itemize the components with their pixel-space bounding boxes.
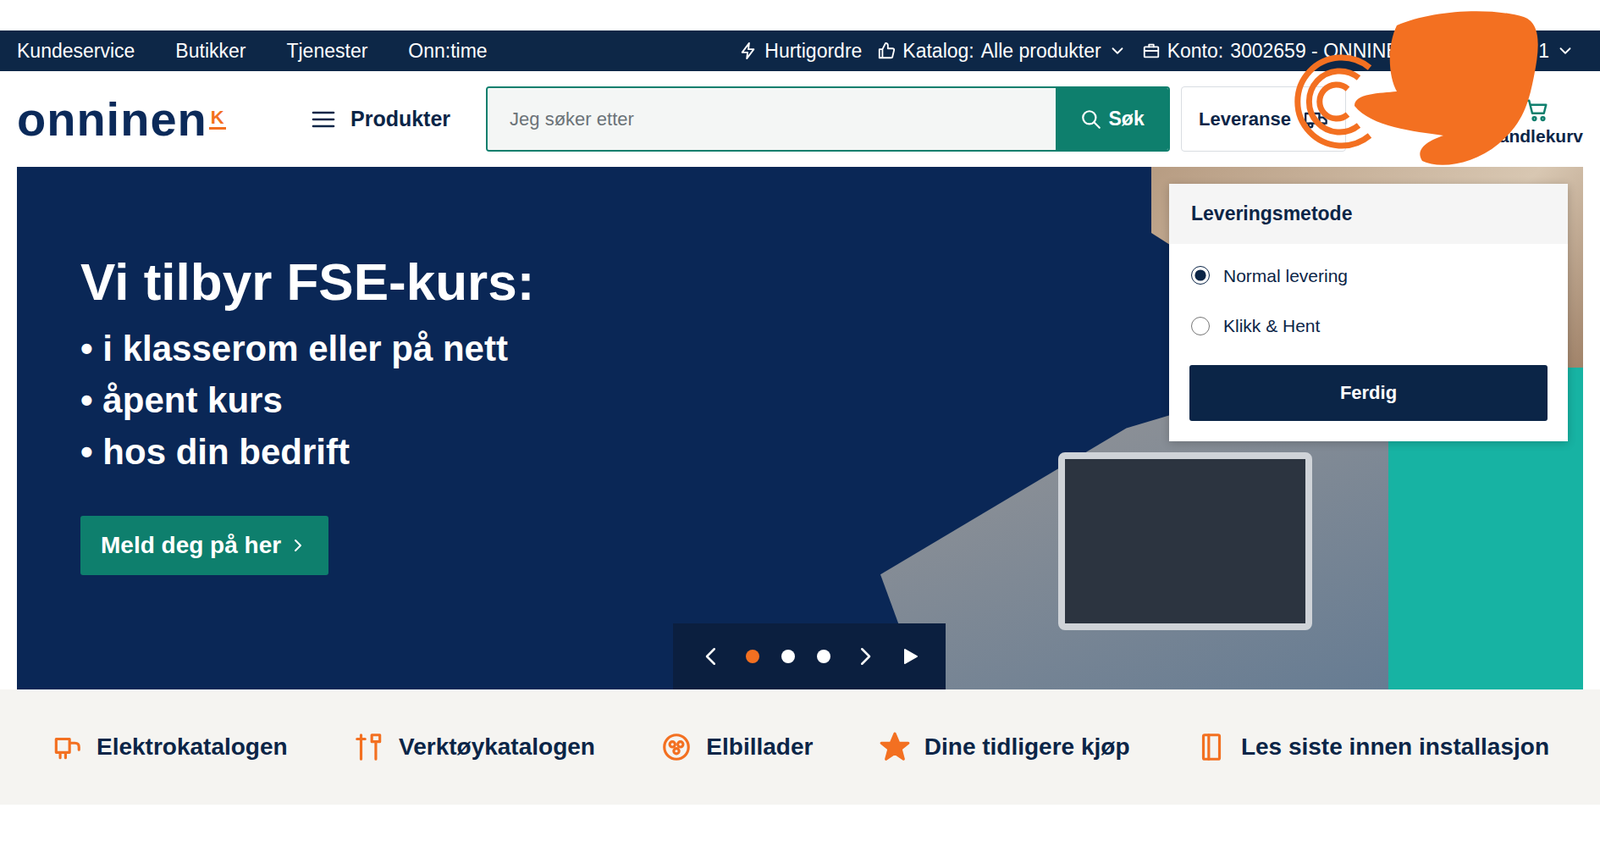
chevron-left-icon bbox=[698, 643, 724, 669]
products-menu[interactable]: Produkter bbox=[309, 103, 451, 136]
hero-bullet: • hos din bedrift bbox=[80, 426, 350, 479]
search-button-label: Søk bbox=[1108, 104, 1145, 134]
quick-link[interactable]: Verktøykatalogen bbox=[353, 728, 596, 765]
delivery-menu-footer: Ferdig bbox=[1169, 351, 1568, 442]
laptop-screen bbox=[1058, 452, 1313, 630]
carousel-dot[interactable] bbox=[745, 649, 760, 663]
hero-bullet: • åpent kurs bbox=[80, 375, 283, 427]
carousel-play[interactable] bbox=[899, 645, 921, 667]
search-button[interactable]: Søk bbox=[1055, 88, 1169, 150]
delivery-button[interactable]: Leveranse bbox=[1180, 86, 1347, 152]
chevron-right-icon bbox=[852, 643, 878, 669]
account-tail: 1 bbox=[1538, 36, 1550, 67]
quick-link[interactable]: Dine tidligere kjøp bbox=[878, 728, 1131, 765]
delivery-radio[interactable] bbox=[1191, 265, 1210, 285]
top-nav-link[interactable]: Kundeservice bbox=[16, 36, 135, 67]
lightning-icon bbox=[739, 41, 758, 61]
top-nav-link[interactable]: Tjenester bbox=[286, 36, 368, 67]
quick-links: Elektrokatalogen Verktøykatalogen Elbillad… bbox=[0, 689, 1600, 805]
catalog-selector[interactable]: Katalog:Alle produkter bbox=[877, 36, 1126, 67]
quick-link-label: Dine tidligere kjøp bbox=[924, 728, 1131, 765]
chevron-down-icon bbox=[1108, 41, 1127, 61]
cart-label: Min handlekurv bbox=[1452, 122, 1584, 150]
catalog-value: Alle produkter bbox=[981, 36, 1102, 67]
carousel-prev[interactable] bbox=[698, 643, 724, 669]
hero-text: Vi tilbyr FSE-kurs: • i klasserom eller p… bbox=[16, 166, 535, 690]
book-icon bbox=[1195, 730, 1228, 763]
top-nav-link[interactable]: Onn:time bbox=[408, 36, 487, 67]
annotation-pointer-icon bbox=[1269, 0, 1558, 174]
done-button[interactable]: Ferdig bbox=[1189, 364, 1548, 421]
delivery-label: Leveranse bbox=[1198, 104, 1292, 133]
cart-icon bbox=[1523, 97, 1550, 123]
quick-order-label: Hurtigordre bbox=[764, 36, 862, 67]
delivery-menu-title: Leveringsmetode bbox=[1169, 183, 1568, 244]
products-label: Produkter bbox=[350, 103, 451, 136]
hero-title: Vi tilbyr FSE-kurs: bbox=[80, 251, 535, 312]
cable-icon bbox=[50, 730, 83, 763]
delivery-radio[interactable] bbox=[1191, 316, 1210, 336]
site-header: onninenK Produkter Søk Leveranse Min handlek… bbox=[0, 71, 1600, 167]
search-input[interactable] bbox=[487, 88, 1056, 150]
quick-order-link[interactable]: Hurtigordre bbox=[739, 36, 862, 67]
account-value: 3002659 - ONNINEN bbox=[1230, 36, 1413, 67]
carousel-controls bbox=[673, 623, 946, 690]
signup-label: Meld deg på her bbox=[100, 527, 282, 563]
star-icon bbox=[878, 730, 911, 763]
account-label: Konto: bbox=[1167, 36, 1225, 67]
tools-icon bbox=[353, 730, 386, 763]
play-icon bbox=[899, 645, 921, 667]
logo-badge: K bbox=[209, 108, 227, 130]
carousel-dot[interactable] bbox=[816, 649, 831, 663]
cart-button[interactable]: Min handlekurv bbox=[1452, 88, 1584, 150]
logo-text: onninen bbox=[16, 95, 208, 144]
delivery-option-label: Normal levering bbox=[1223, 262, 1348, 290]
quick-link[interactable]: Les siste innen installasjon bbox=[1195, 728, 1550, 765]
quick-link-label: Les siste innen installasjon bbox=[1241, 728, 1550, 765]
carousel-next[interactable] bbox=[852, 643, 878, 669]
delivery-option-label: Klikk & Hent bbox=[1223, 312, 1320, 340]
logo[interactable]: onninenK bbox=[16, 95, 282, 144]
top-bar: Kundeservice Butikker Tjenester Onn:time Hur… bbox=[0, 30, 1600, 72]
chevron-right-icon bbox=[287, 535, 309, 556]
carousel-dot[interactable] bbox=[781, 649, 795, 663]
briefcase-icon bbox=[1142, 41, 1161, 61]
delivery-option[interactable]: Klikk & Hent bbox=[1169, 300, 1568, 352]
quick-link-label: Verktøykatalogen bbox=[398, 728, 596, 765]
truck-icon bbox=[1304, 107, 1329, 132]
catalog-label: Katalog: bbox=[902, 36, 974, 67]
account-selector[interactable]: Konto:3002659 - ONNINEN 1 bbox=[1142, 36, 1575, 67]
hero-bullet: • i klasserom eller på nett bbox=[80, 323, 508, 376]
thumbs-up-icon bbox=[877, 41, 896, 61]
top-nav-left: Kundeservice Butikker Tjenester Onn:time bbox=[16, 36, 488, 67]
hamburger-icon bbox=[309, 105, 337, 133]
quick-link[interactable]: Elektrokatalogen bbox=[50, 728, 288, 765]
quick-link-label: Elektrokatalogen bbox=[96, 728, 288, 765]
top-nav-link[interactable]: Butikker bbox=[175, 36, 246, 67]
charger-icon bbox=[660, 730, 693, 763]
quick-link[interactable]: Elbillader bbox=[660, 728, 813, 765]
magnifier-icon bbox=[1080, 108, 1103, 131]
top-nav-right: Hurtigordre Katalog:Alle produkter Konto:3… bbox=[739, 36, 1575, 67]
delivery-menu: Leveringsmetode Normal levering Klikk & He… bbox=[1169, 183, 1568, 442]
search-box: Søk bbox=[485, 86, 1170, 152]
delivery-option[interactable]: Normal levering bbox=[1169, 250, 1568, 302]
quick-link-label: Elbillader bbox=[706, 728, 813, 765]
delivery-options: Normal levering Klikk & Hent bbox=[1169, 243, 1568, 352]
chevron-down-icon bbox=[1555, 41, 1575, 61]
signup-button[interactable]: Meld deg på her bbox=[80, 515, 329, 575]
